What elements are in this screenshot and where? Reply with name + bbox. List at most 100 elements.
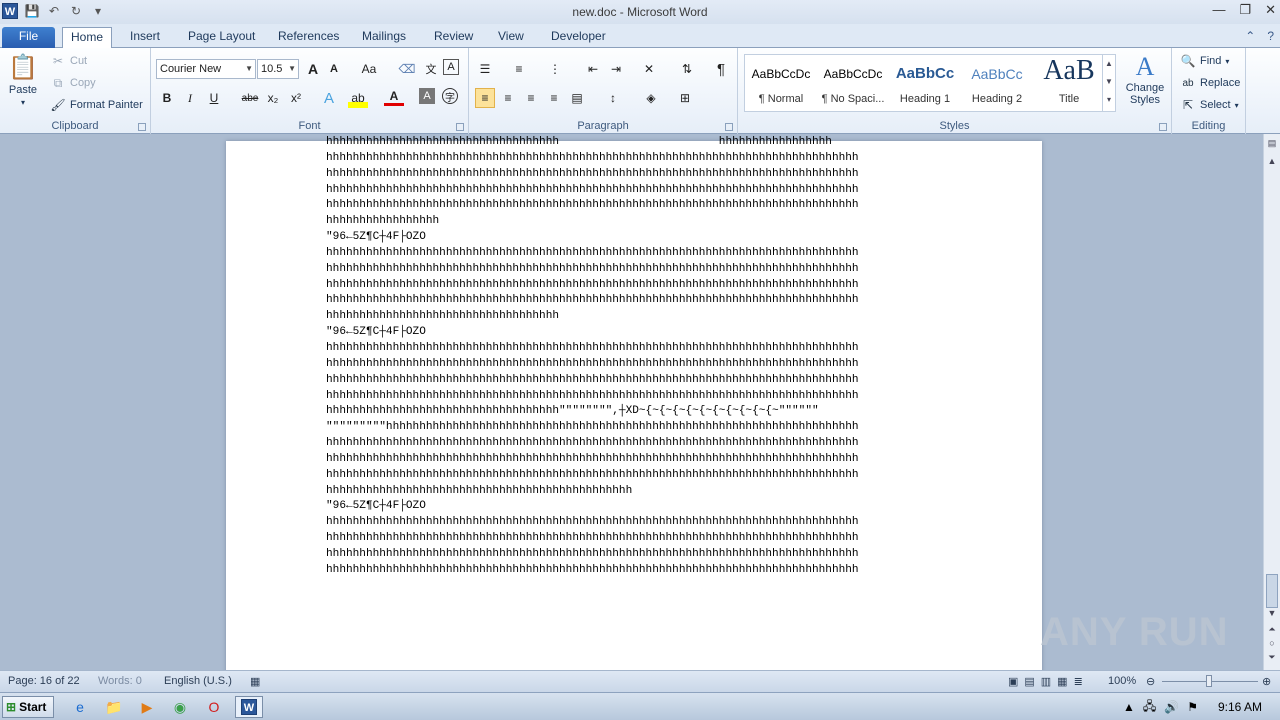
scroll-up-icon[interactable]: ▲ bbox=[1264, 156, 1280, 172]
numbering-icon[interactable]: ≡ bbox=[509, 59, 529, 79]
word-count[interactable]: Words: 0 bbox=[98, 675, 142, 687]
document-line[interactable]: hhhhhhhhhhhhhhhhhhhhhhhhhhhhhhhhhhhhhhhh… bbox=[326, 468, 946, 484]
tab-references[interactable]: References bbox=[270, 27, 347, 48]
document-line[interactable]: hhhhhhhhhhhhhhhhhhhhhhhhhhhhhhhhhhh bbox=[326, 309, 946, 325]
document-line[interactable]: hhhhhhhhhhhhhhhhh bbox=[326, 214, 946, 230]
macro-recording-icon[interactable]: ▦ bbox=[250, 675, 260, 688]
document-line[interactable]: hhhhhhhhhhhhhhhhhhhhhhhhhhhhhhhhhhhhhhhh… bbox=[326, 262, 946, 278]
vertical-scrollbar[interactable]: ▤ ▲ ▼ ⏶ ○ ⏷ bbox=[1263, 134, 1280, 670]
bullets-icon[interactable]: ☰ bbox=[475, 59, 495, 79]
sort-icon[interactable]: ⇅ bbox=[677, 59, 697, 79]
change-styles-button[interactable]: A Change Styles bbox=[1122, 52, 1168, 106]
document-line[interactable]: hhhhhhhhhhhhhhhhhhhhhhhhhhhhhhhhhhhhhhhh… bbox=[326, 436, 946, 452]
document-line[interactable]: "96←5Z¶C┼4F├OZO bbox=[326, 325, 946, 341]
enclose-characters-icon[interactable]: 字 bbox=[442, 88, 458, 104]
document-line[interactable]: hhhhhhhhhhhhhhhhhhhhhhhhhhhhhhhhhhhhhhhh… bbox=[326, 531, 946, 547]
document-line[interactable]: "96←5Z¶C┼4F├OZO bbox=[326, 230, 946, 246]
document-line[interactable]: hhhhhhhhhhhhhhhhhhhhhhhhhhhhhhhhhhhhhhhh… bbox=[326, 198, 946, 214]
change-case-button[interactable]: Aa bbox=[356, 59, 382, 79]
document-line[interactable]: hhhhhhhhhhhhhhhhhhhhhhhhhhhhhhhhhhhhhhhh… bbox=[326, 293, 946, 309]
decrease-indent-icon[interactable]: ⇤ bbox=[583, 59, 603, 79]
document-page[interactable]: hhhhhhhhhhhhhhhhhhhhhhhhhhhhhhhhhhh hhhh… bbox=[226, 136, 1042, 681]
replace-button[interactable]: ab Replace bbox=[1180, 75, 1240, 91]
highlight-icon[interactable]: ab bbox=[348, 88, 368, 108]
tray-expand-icon[interactable]: ▲ bbox=[1123, 700, 1135, 714]
shrink-font-button[interactable]: A bbox=[324, 59, 344, 79]
zoom-slider-thumb[interactable] bbox=[1206, 675, 1212, 687]
paste-button[interactable]: 📋 Paste ▾ bbox=[8, 52, 38, 108]
document-line[interactable]: hhhhhhhhhhhhhhhhhhhhhhhhhhhhhhhhhhhhhhhh… bbox=[326, 547, 946, 563]
character-shading-icon[interactable]: A bbox=[419, 88, 435, 104]
language-indicator[interactable]: English (U.S.) bbox=[164, 675, 232, 687]
style-heading-1[interactable]: AaBbCc Heading 1 bbox=[889, 55, 961, 111]
document-line[interactable]: "96←5Z¶C┼4F├OZO bbox=[326, 499, 946, 515]
document-line[interactable]: hhhhhhhhhhhhhhhhhhhhhhhhhhhhhhhhhhhhhhhh… bbox=[326, 167, 946, 183]
tab-view[interactable]: View bbox=[490, 27, 532, 48]
style-heading-2[interactable]: AaBbCc Heading 2 bbox=[961, 55, 1033, 111]
select-button[interactable]: ⇱ Select ▾ bbox=[1180, 97, 1239, 113]
file-explorer-icon[interactable]: 📁 bbox=[102, 696, 126, 718]
close-icon[interactable]: ✕ bbox=[1265, 2, 1276, 18]
font-family-select[interactable]: Courier New ▼ bbox=[156, 59, 256, 79]
view-buttons-icon[interactable]: ▣▤▥▦≣ bbox=[1008, 675, 1089, 688]
document-line[interactable]: hhhhhhhhhhhhhhhhhhhhhhhhhhhhhhhhhhhhhhhh… bbox=[326, 151, 946, 167]
document-line[interactable]: hhhhhhhhhhhhhhhhhhhhhhhhhhhhhhhhhhhhhhhh… bbox=[326, 389, 946, 405]
character-border-icon[interactable]: A bbox=[443, 59, 459, 75]
ruler-toggle-icon[interactable]: ▤ bbox=[1264, 138, 1280, 154]
tab-home[interactable]: Home bbox=[62, 27, 113, 49]
tab-file[interactable]: File bbox=[2, 27, 55, 48]
shading-icon[interactable]: ◈ bbox=[641, 88, 661, 108]
find-button[interactable]: 🔍 Find ▾ bbox=[1180, 53, 1230, 69]
cut-button[interactable]: ✂ Cut bbox=[50, 53, 87, 69]
media-player-icon[interactable]: ▶ bbox=[135, 696, 159, 718]
next-page-icon[interactable]: ⏷ bbox=[1264, 652, 1280, 668]
document-line[interactable]: hhhhhhhhhhhhhhhhhhhhhhhhhhhhhhhhhhhhhhhh… bbox=[326, 563, 946, 579]
distributed-icon[interactable]: ▤ bbox=[567, 88, 587, 108]
tab-insert[interactable]: Insert bbox=[122, 27, 168, 48]
superscript-button[interactable]: x² bbox=[286, 88, 306, 108]
font-color-button[interactable]: A bbox=[384, 88, 404, 106]
scroll-thumb[interactable] bbox=[1266, 574, 1278, 608]
scroll-down-icon[interactable]: ▼ bbox=[1264, 608, 1280, 624]
network-icon[interactable]: 🖧 bbox=[1143, 697, 1156, 718]
underline-button[interactable]: U bbox=[204, 88, 224, 108]
document-line[interactable]: hhhhhhhhhhhhhhhhhhhhhhhhhhhhhhhhhhhhhhhh… bbox=[326, 278, 946, 294]
style-gallery-scroll[interactable]: ▲ ▼ ▾ bbox=[1102, 55, 1115, 111]
document-line[interactable]: hhhhhhhhhhhhhhhhhhhhhhhhhhhhhhhhhhhhhhhh… bbox=[326, 484, 946, 500]
volume-icon[interactable]: 🔊 bbox=[1164, 700, 1179, 714]
document-line[interactable]: """""""""hhhhhhhhhhhhhhhhhhhhhhhhhhhhhhh… bbox=[326, 420, 946, 436]
document-line[interactable]: hhhhhhhhhhhhhhhhhhhhhhhhhhhhhhhhhhhhhhhh… bbox=[326, 246, 946, 262]
minimize-icon[interactable]: — bbox=[1212, 2, 1225, 18]
opera-icon[interactable]: O bbox=[202, 696, 226, 718]
show-formatting-button[interactable]: ¶ bbox=[711, 59, 731, 79]
borders-icon[interactable]: ⊞ bbox=[675, 88, 695, 108]
text-effects-icon[interactable]: A bbox=[319, 88, 339, 108]
tab-mailings[interactable]: Mailings bbox=[354, 27, 414, 48]
zoom-out-icon[interactable]: ⊖ bbox=[1146, 675, 1155, 688]
document-line[interactable]: hhhhhhhhhhhhhhhhhhhhhhhhhhhhhhhhhhhhhhhh… bbox=[326, 515, 946, 531]
line-spacing-icon[interactable]: ↕ bbox=[603, 88, 623, 108]
page-count[interactable]: Page: 16 of 22 bbox=[8, 675, 80, 687]
clock[interactable]: 9:16 AM bbox=[1218, 700, 1262, 714]
style-title[interactable]: AaB Title bbox=[1033, 55, 1105, 111]
copy-button[interactable]: ⧉ Copy bbox=[50, 75, 96, 91]
restore-icon[interactable]: ❐ bbox=[1239, 2, 1251, 18]
flag-icon[interactable]: ⚑ bbox=[1187, 700, 1198, 714]
minimize-ribbon-icon[interactable]: ⌃ bbox=[1245, 29, 1255, 43]
tab-review[interactable]: Review bbox=[426, 27, 481, 48]
clear-formatting-icon[interactable]: ⌫ bbox=[397, 59, 417, 79]
document-line[interactable]: hhhhhhhhhhhhhhhhhhhhhhhhhhhhhhhhhhhhhhhh… bbox=[326, 452, 946, 468]
document-line[interactable]: hhhhhhhhhhhhhhhhhhhhhhhhhhhhhhhhhhh"""""… bbox=[326, 404, 946, 420]
document-line[interactable]: hhhhhhhhhhhhhhhhhhhhhhhhhhhhhhhhhhhhhhhh… bbox=[326, 183, 946, 199]
chrome-icon[interactable]: ◉ bbox=[168, 696, 192, 718]
word-taskbar-button[interactable]: W bbox=[235, 696, 263, 718]
increase-indent-icon[interactable]: ⇥ bbox=[606, 59, 626, 79]
font-launcher-icon[interactable] bbox=[456, 123, 464, 131]
clipboard-launcher-icon[interactable] bbox=[138, 123, 146, 131]
tab-developer[interactable]: Developer bbox=[543, 27, 614, 48]
style-normal[interactable]: AaBbCcDc ¶ Normal bbox=[745, 55, 817, 111]
paragraph-launcher-icon[interactable] bbox=[725, 123, 733, 131]
document-line[interactable]: hhhhhhhhhhhhhhhhhhhhhhhhhhhhhhhhhhhhhhhh… bbox=[326, 373, 946, 389]
multilevel-list-icon[interactable]: ⋮ bbox=[545, 59, 565, 79]
document-line[interactable]: hhhhhhhhhhhhhhhhhhhhhhhhhhhhhhhhhhhhhhhh… bbox=[326, 357, 946, 373]
